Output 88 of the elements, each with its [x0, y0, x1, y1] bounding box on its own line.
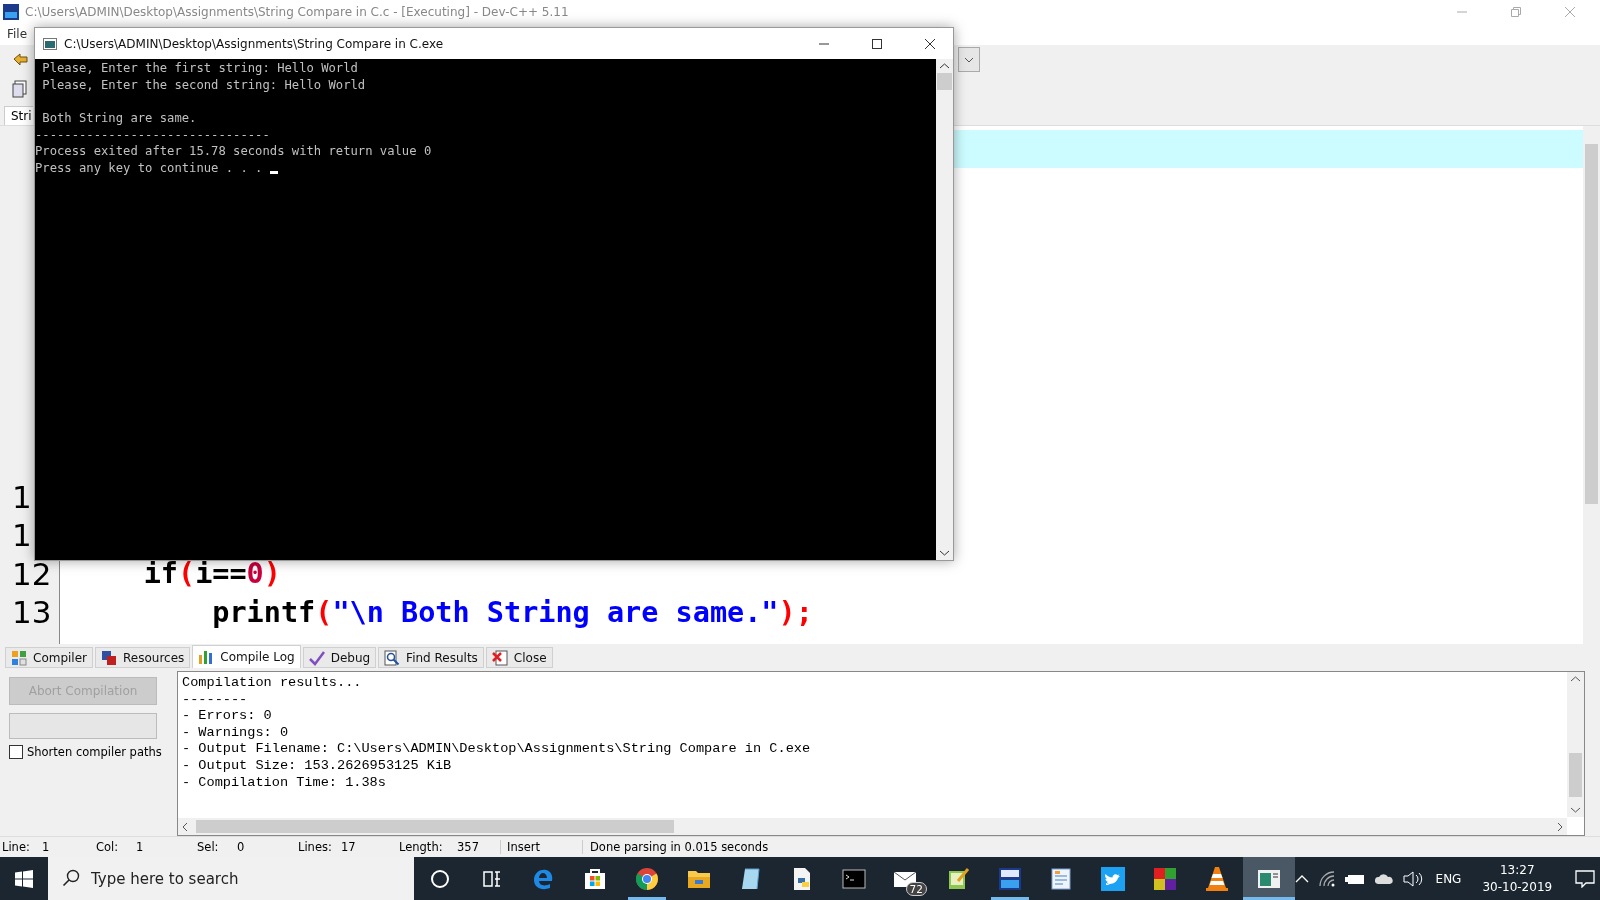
status-label: Col:	[96, 840, 120, 854]
status-label: Lines:	[298, 840, 333, 854]
window-title: C:\Users\ADMIN\Desktop\Assignments\String Compare in C.c - [Executing] - Dev-C++ 5.11	[25, 4, 569, 19]
status-label: Length:	[399, 840, 444, 854]
app-icon	[3, 3, 19, 20]
console-output-line: Process exited after 15.78 seconds with return value 0	[35, 143, 432, 161]
scroll-thumb[interactable]	[937, 73, 952, 90]
ide-icon	[997, 866, 1022, 891]
status-value: 1	[42, 840, 50, 854]
status-value: 357	[457, 840, 479, 854]
document-icon	[1049, 866, 1074, 891]
count-badge: 72	[905, 882, 927, 896]
log-line: - Compilation Time: 1.38s	[182, 774, 386, 792]
panel-tab[interactable]: Debug	[302, 647, 377, 668]
panel-tab[interactable]: Resources	[95, 647, 191, 668]
log-line: Compilation results...	[182, 675, 362, 692]
tiles-icon	[1153, 866, 1178, 891]
browser-icon	[635, 866, 660, 891]
line-number: 1	[11, 479, 33, 516]
bird-icon	[1101, 866, 1126, 891]
start-icon[interactable]	[15, 869, 33, 888]
scroll-thumb[interactable]	[1569, 752, 1582, 797]
edit-mode: Insert	[500, 840, 582, 854]
window-title: C:\Users\ADMIN\Desktop\Assignments\String Compare in C.exe	[64, 36, 444, 51]
close-icon[interactable]	[924, 37, 936, 50]
panel-tab[interactable]: Find Results	[378, 647, 484, 668]
close-icon	[491, 649, 508, 666]
scroll-thumb[interactable]	[196, 820, 674, 833]
document-icon[interactable]	[12, 79, 28, 98]
windows-stack-icon	[101, 649, 117, 666]
task-view-icon	[481, 868, 502, 889]
scrollbar[interactable]	[936, 59, 953, 560]
chevron-up-icon[interactable]	[1294, 873, 1309, 884]
log-line: - Errors: 0	[182, 708, 272, 725]
magnifier-document-icon	[384, 649, 401, 666]
console-output-line: Please, Enter the first string: Hello World	[41, 60, 358, 77]
maximize-icon[interactable]	[871, 37, 883, 50]
shopping-bag-icon	[583, 866, 608, 891]
status-label: Sel:	[197, 840, 220, 854]
clock-date[interactable]: 30-10-2019	[1482, 878, 1553, 896]
scrollbar[interactable]	[1583, 126, 1600, 644]
taskbar-app[interactable]	[1242, 857, 1295, 900]
terminal-icon	[842, 868, 867, 889]
log-line: - Output Filename: C:\Users\ADMIN\Desktop\Assignments\String Compare in C.exe	[182, 741, 811, 758]
console-output-line: Both String are same.	[41, 110, 197, 127]
log-line: - Warnings: 0	[182, 724, 289, 742]
console-icon	[43, 37, 57, 50]
window-icon	[1256, 868, 1281, 889]
search-icon	[62, 869, 80, 887]
scrollbar[interactable]	[1567, 672, 1584, 817]
menu-item[interactable]: File	[7, 27, 28, 41]
status-value: 1	[136, 840, 144, 854]
checkbox[interactable]	[9, 745, 23, 759]
log-line: --------	[182, 691, 248, 709]
status-message: Done parsing in 0.015 seconds	[582, 840, 769, 854]
scroll-thumb[interactable]	[1585, 144, 1598, 504]
grid-icon	[11, 649, 27, 666]
panel-tab[interactable]: Close	[485, 647, 553, 668]
clock-time[interactable]: 13:27	[1500, 861, 1535, 879]
search-field[interactable]: Type here to search	[48, 857, 414, 900]
scrollbar[interactable]	[178, 818, 1567, 835]
panel-tab[interactable]: Compiler	[5, 647, 93, 668]
wifi-icon[interactable]	[1317, 870, 1336, 887]
panel-tab[interactable]: Compile Log	[192, 645, 301, 668]
circle-icon	[429, 868, 450, 889]
file-tab[interactable]: Stri	[4, 106, 33, 125]
console-output-line: --------------------------------	[35, 126, 270, 144]
cloud-icon[interactable]	[1373, 872, 1394, 885]
log-line: - Output Size: 153.2626953125 KiB	[182, 757, 452, 775]
status-label: Line:	[2, 840, 31, 854]
checkbox-label: Shorten compiler paths	[27, 745, 162, 759]
code-line: if(i==0)	[142, 557, 281, 591]
language-indicator[interactable]: ENG	[1435, 871, 1462, 886]
checkmark-icon	[308, 649, 325, 666]
line-number: 12	[11, 555, 53, 592]
console-output-line: Press any key to continue . . .	[35, 160, 264, 177]
line-number: 13	[11, 594, 53, 631]
console-output-line: Please, Enter the second string: Hello World	[41, 76, 366, 94]
notifications-icon[interactable]	[1575, 869, 1596, 888]
code-line: printf("\n Both String are same.");	[211, 595, 813, 629]
traffic-cone-icon	[1204, 865, 1229, 892]
volume-icon[interactable]	[1402, 870, 1423, 887]
taskbar-app[interactable]: 72	[880, 857, 932, 900]
bar-chart-icon	[198, 649, 215, 665]
undo-icon[interactable]	[12, 52, 30, 67]
line-number: 1	[11, 517, 33, 554]
status-value: 17	[341, 840, 356, 854]
status-value: 0	[237, 840, 245, 854]
